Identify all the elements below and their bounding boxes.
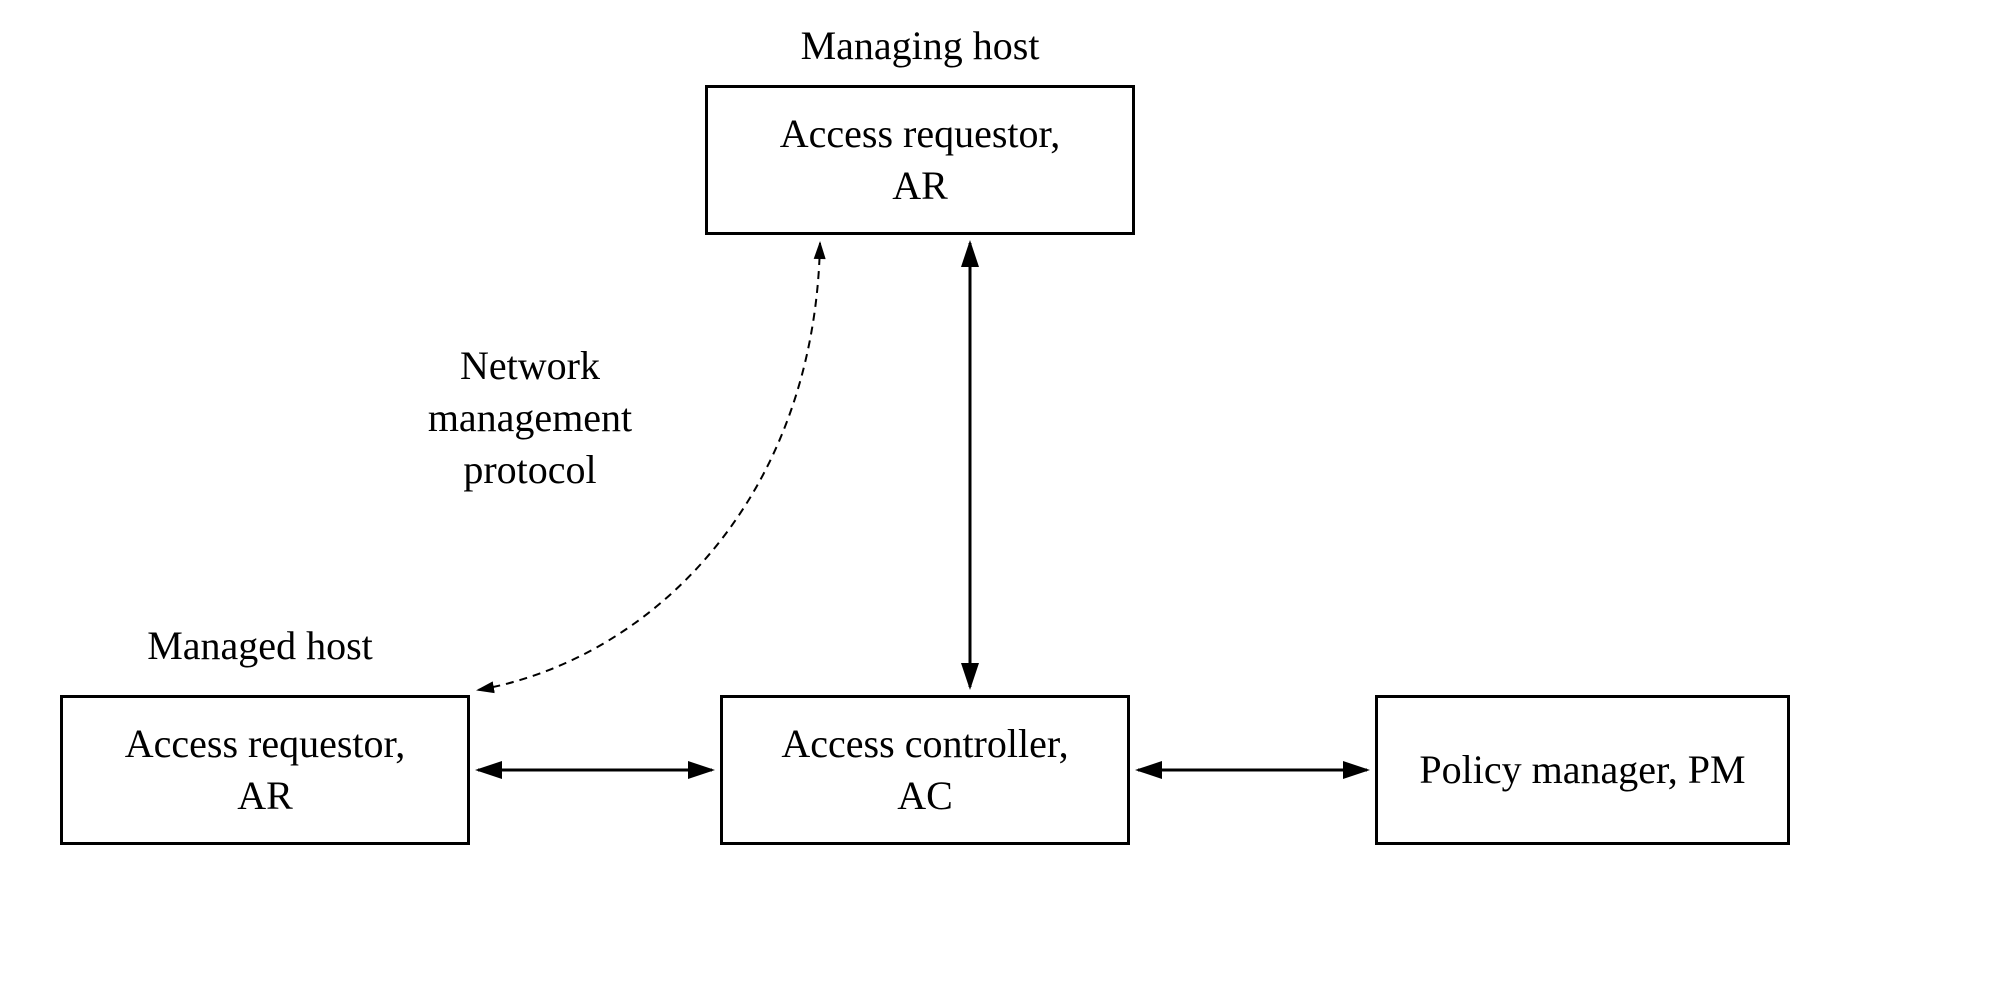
ar-top-line2: AR [892,163,948,208]
pm-text: Policy manager, PM [1419,747,1745,792]
ar-bottom-line1: Access requestor, [125,721,406,766]
access-requestor-top-box: Access requestor, AR [705,85,1135,235]
ar-top-line1: Access requestor, [780,111,1061,156]
ac-line2: AC [897,773,953,818]
access-controller-box: Access controller, AC [720,695,1130,845]
managed-host-label: Managed host [110,620,410,672]
access-requestor-bottom-box: Access requestor, AR [60,695,470,845]
ar-bottom-line2: AR [237,773,293,818]
network-protocol-line2: management [428,395,632,440]
managing-host-label: Managing host [730,20,1110,72]
policy-manager-box: Policy manager, PM [1375,695,1790,845]
network-protocol-line3: protocol [463,447,596,492]
ac-line1: Access controller, [781,721,1068,766]
network-protocol-line1: Network [460,343,600,388]
managed-host-text: Managed host [147,623,373,668]
managing-host-text: Managing host [801,23,1040,68]
network-protocol-label: Network management protocol [390,340,670,496]
